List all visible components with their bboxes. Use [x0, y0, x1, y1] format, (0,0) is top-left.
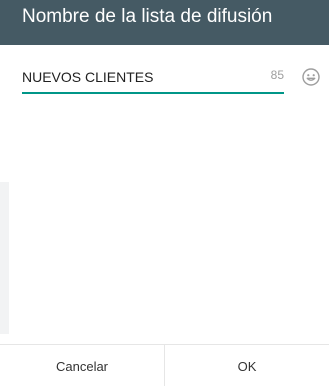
broadcast-name-dialog: Nombre de la lista de difusión 85 Cancel… [0, 0, 329, 386]
cancel-button[interactable]: Cancelar [0, 345, 164, 386]
char-counter: 85 [270, 68, 284, 82]
dialog-header: Nombre de la lista de difusión [0, 0, 329, 45]
broadcast-name-input[interactable] [22, 62, 242, 92]
dialog-buttons: Cancelar OK [0, 344, 329, 386]
ok-button[interactable]: OK [165, 345, 329, 386]
name-input-row: 85 [22, 62, 284, 94]
dialog-title: Nombre de la lista de difusión [22, 6, 273, 27]
background-panel-edge [0, 182, 9, 334]
smiley-face-icon[interactable] [302, 68, 320, 86]
